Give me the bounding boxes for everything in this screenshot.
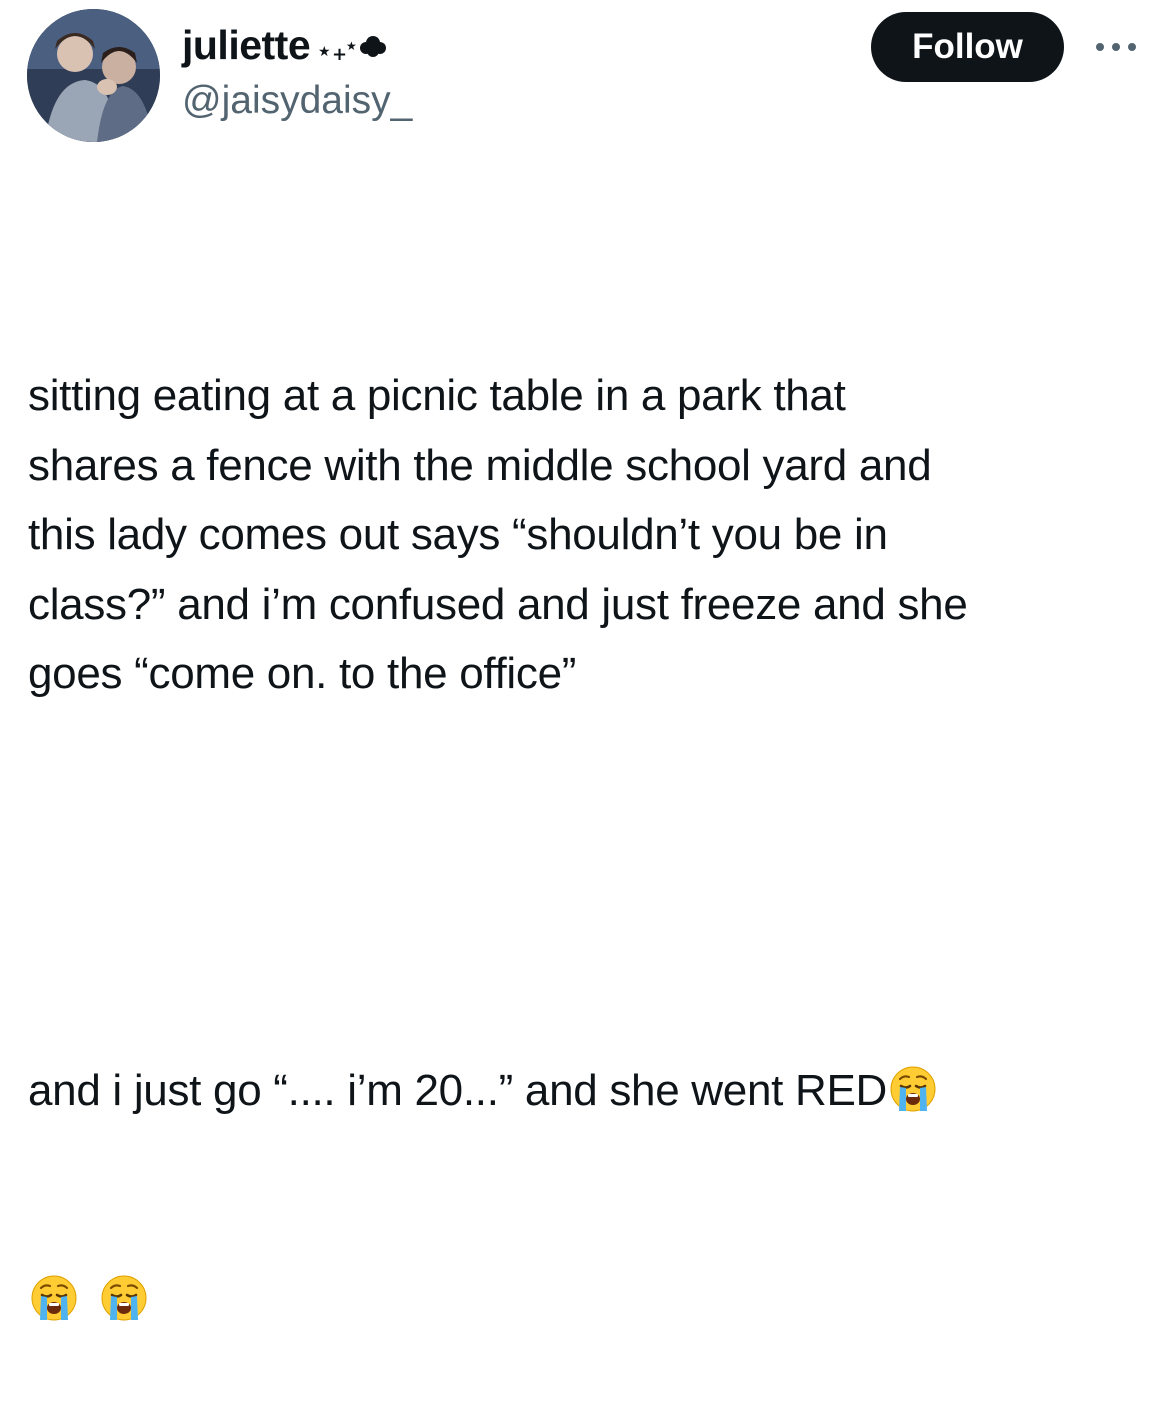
tweet-paragraph-2-line: and i just go “.... i’m 20...” and she w… [28, 1056, 1153, 1126]
loudly-crying-face-icon [30, 1274, 78, 1322]
loudly-crying-face-icon [889, 1065, 937, 1113]
follow-button[interactable]: Follow [871, 12, 1064, 82]
display-name[interactable]: juliette ★ + ★ [182, 22, 388, 69]
avatar[interactable] [27, 9, 160, 142]
emoji-row [30, 1265, 1153, 1335]
avatar-photo [27, 9, 160, 142]
tweet-spacer [28, 848, 1153, 918]
name-decoration: ★ + ★ [316, 26, 388, 66]
svg-text:+: + [332, 44, 347, 65]
tweet-text: sitting eating at a picnic table in a pa… [28, 222, 1153, 1404]
svg-text:★: ★ [318, 44, 330, 60]
tweet-paragraph-1: sitting eating at a picnic table in a pa… [28, 371, 968, 698]
star-cloud-decoration-icon: ★ + ★ [318, 35, 387, 65]
user-handle[interactable]: @jaisydaisy_ [182, 79, 412, 123]
more-dots-icon[interactable] [1093, 40, 1139, 54]
loudly-crying-face-icon [100, 1274, 148, 1322]
tweet-paragraph-2: and i just go “.... i’m 20...” and she w… [28, 1066, 887, 1115]
display-name-text: juliette [182, 22, 311, 68]
svg-text:★: ★ [346, 39, 356, 53]
